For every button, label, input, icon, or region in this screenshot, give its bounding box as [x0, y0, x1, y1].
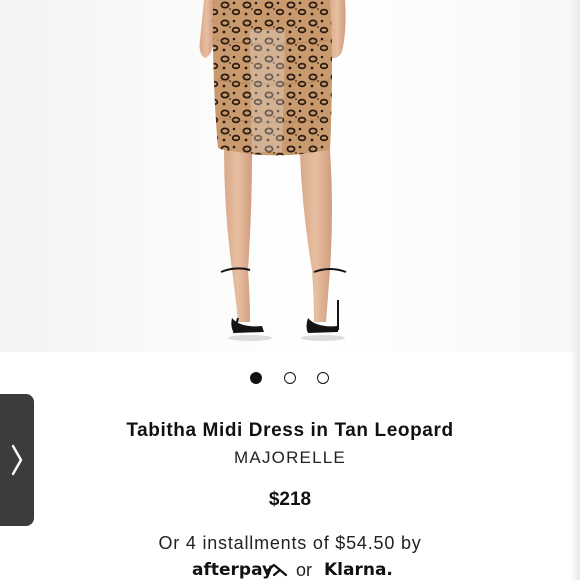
- carousel-dot-2[interactable]: [284, 372, 296, 384]
- product-price: $218: [268, 489, 312, 510]
- model-image: [199, 0, 347, 341]
- or-separator: or: [296, 560, 313, 580]
- product-photo[interactable]: [0, 0, 580, 352]
- afterpay-arrows-icon: [266, 563, 288, 577]
- installments-text: Or 4 installments of $54.50 by: [158, 533, 422, 553]
- product-title: Tabitha Midi Dress in Tan Leopard: [126, 420, 454, 441]
- klarna-link[interactable]: Klarna.: [324, 560, 393, 580]
- afterpay-link[interactable]: afterpay: [192, 560, 273, 580]
- payment-options: afterpay or Klarna.: [0, 560, 580, 580]
- carousel-pagination: [0, 372, 580, 386]
- carousel-dot-3[interactable]: [317, 372, 329, 384]
- carousel-dot-1[interactable]: [250, 372, 262, 384]
- product-brand[interactable]: MAJORELLE: [0, 448, 580, 468]
